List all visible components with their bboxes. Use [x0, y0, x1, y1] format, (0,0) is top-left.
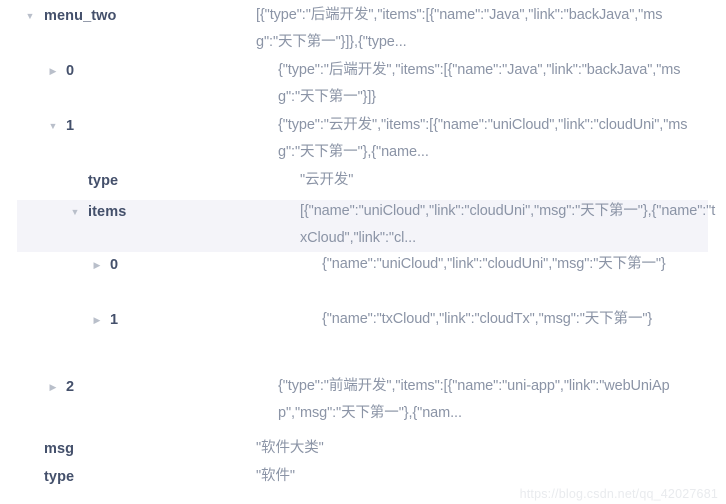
no-twisty-spacer [69, 173, 81, 189]
tree-node-value: {"name":"txCloud","link":"cloudTx","msg"… [322, 311, 653, 327]
chevron-right-icon[interactable] [47, 379, 59, 395]
tree-node-key: 1 [110, 312, 119, 328]
tree-row-inner: items [{"name":"uniCloud","link":"cloudUn… [17, 200, 715, 252]
watermark: https://blog.csdn.net/qq_42027681 [519, 487, 718, 501]
no-twisty-spacer [24, 441, 36, 457]
tree-node-value: [{"name":"uniCloud","link":"cloudUni","m… [300, 203, 716, 246]
tree-node-key: type [88, 173, 119, 189]
tree-node-key: 1 [66, 118, 75, 134]
chevron-down-icon[interactable] [69, 204, 81, 220]
tree-node-value: {"type":"后端开发","items":[{"name":"Java","… [278, 62, 681, 105]
tree-node-value: "软件" [256, 468, 295, 484]
tree-node-key: menu_two [44, 8, 117, 24]
chevron-right-icon[interactable] [91, 257, 103, 273]
chevron-right-icon[interactable] [47, 63, 59, 79]
no-twisty-spacer [24, 469, 36, 485]
tree-row-inner: 1 {"type":"云开发","items":[{"name":"uniClou… [0, 114, 726, 169]
chevron-down-icon[interactable] [24, 8, 36, 24]
tree-row[interactable]: type "云开发" [0, 169, 726, 199]
tree-row-inner: 0 {"type":"后端开发","items":[{"name":"Java",… [0, 59, 726, 114]
tree-row-inner: msg "软件大类" [0, 437, 726, 464]
tree-row-inner: 0 {"name":"uniCloud","link":"cloudUni","m… [0, 253, 726, 308]
tree-node-key: 0 [66, 63, 75, 79]
tree-row[interactable]: 2 {"type":"前端开发","items":[{"name":"uni-ap… [0, 375, 726, 430]
tree-row[interactable]: 0 {"name":"uniCloud","link":"cloudUni","m… [0, 253, 726, 308]
tree-row[interactable]: msg "软件大类" [0, 437, 726, 464]
tree-node-value: {"type":"前端开发","items":[{"name":"uni-app… [278, 378, 670, 421]
tree-node-key: type [44, 469, 75, 485]
chevron-down-icon[interactable] [47, 118, 59, 134]
tree-row-inner: 1 {"name":"txCloud","link":"cloudTx","msg… [0, 308, 726, 363]
tree-node-value: [{"type":"后端开发","items":[{"name":"Java",… [256, 7, 663, 50]
chevron-right-icon[interactable] [91, 312, 103, 328]
tree-row-inner: menu_two [{"type":"后端开发","items":[{"name"… [0, 4, 726, 59]
tree-row[interactable]: 1 {"type":"云开发","items":[{"name":"uniClou… [0, 114, 726, 169]
tree-node-key: 0 [110, 257, 119, 273]
json-tree-viewer: menu_two [{"type":"后端开发","items":[{"name"… [0, 0, 726, 504]
tree-node-key: 2 [66, 379, 75, 395]
tree-node-value: "软件大类" [256, 440, 324, 456]
tree-node-value: {"name":"uniCloud","link":"cloudUni","ms… [322, 256, 666, 272]
tree-row-inner: 2 {"type":"前端开发","items":[{"name":"uni-ap… [0, 375, 726, 430]
tree-row[interactable]: items [{"name":"uniCloud","link":"cloudUn… [17, 200, 715, 252]
tree-node-key: msg [44, 441, 75, 457]
tree-node-value: {"type":"云开发","items":[{"name":"uniCloud… [278, 117, 688, 160]
tree-row-inner: type "云开发" [0, 169, 726, 199]
tree-node-value: "云开发" [300, 172, 354, 188]
tree-row[interactable]: 1 {"name":"txCloud","link":"cloudTx","msg… [0, 308, 726, 363]
tree-row[interactable]: 0 {"type":"后端开发","items":[{"name":"Java",… [0, 59, 726, 114]
tree-node-key: items [88, 204, 127, 220]
tree-row[interactable]: menu_two [{"type":"后端开发","items":[{"name"… [0, 4, 726, 59]
